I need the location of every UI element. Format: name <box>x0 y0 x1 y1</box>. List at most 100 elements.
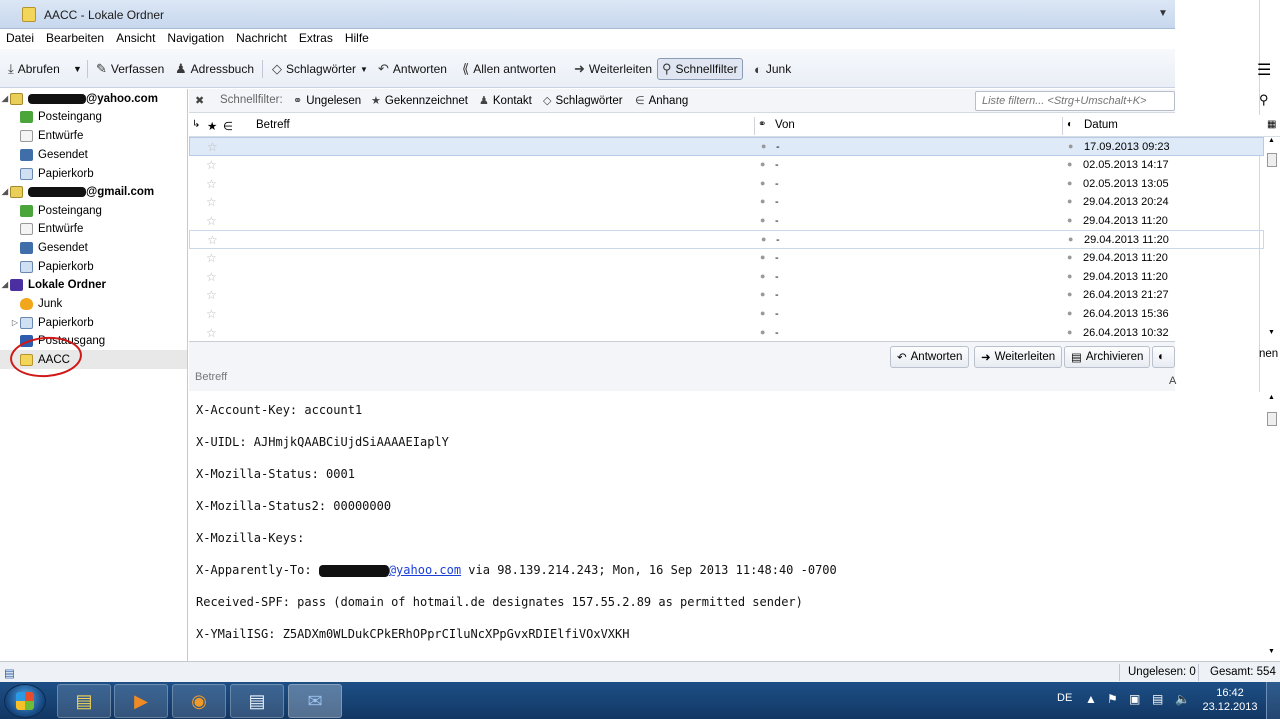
language-indicator[interactable]: DE <box>1057 692 1072 704</box>
filter-tags[interactable]: ◇ Schlagwörter <box>543 94 623 108</box>
quick-filter-button[interactable]: ⚲ Schnellfilter <box>657 58 743 80</box>
folder-drafts-1[interactable]: Entwürfe <box>0 126 187 145</box>
email-link[interactable]: @yahoo.com <box>389 563 461 577</box>
start-button[interactable] <box>4 684 46 718</box>
table-row[interactable]: ☆ ● - ● 29.04.2013 20:24 <box>189 193 1264 212</box>
table-row[interactable]: ☆ ● - ● 02.05.2013 14:17 <box>189 156 1264 175</box>
tags-button[interactable]: ◇ Schlagwörter ▼ <box>272 58 368 80</box>
folder-sent-1[interactable]: Gesendet <box>0 145 187 164</box>
scroll-down-icon[interactable]: ▼ <box>1268 329 1275 336</box>
filter-attachment[interactable]: ∈ Anhang <box>635 94 688 108</box>
folder-trash-local[interactable]: ▷ Papierkorb <box>0 313 187 332</box>
forward-button[interactable]: ➜ Weiterleiten <box>574 58 652 80</box>
thread-column-icon[interactable]: ↳ <box>192 119 200 130</box>
folder-inbox-2[interactable]: Posteingang <box>0 201 187 220</box>
message-body-scrollbar[interactable]: ▲ ▼ <box>1265 392 1279 660</box>
table-row[interactable]: ☆ ● - ● 26.04.2013 10:32 <box>189 324 1264 340</box>
tray-app-icon[interactable]: ▣ <box>1129 692 1140 706</box>
star-icon[interactable]: ☆ <box>206 307 217 321</box>
message-list-scrollbar[interactable]: ▲ ▼ <box>1265 137 1279 340</box>
column-subject[interactable]: Betreff <box>256 119 290 131</box>
table-row[interactable]: ☆ ● - ● 26.04.2013 15:36 <box>189 305 1264 324</box>
folder-trash-1[interactable]: Papierkorb <box>0 164 187 183</box>
star-icon[interactable]: ☆ <box>206 177 217 191</box>
table-row[interactable]: ☆ ● - ● 17.09.2013 09:23 <box>189 137 1264 156</box>
msg-junk-button[interactable]: ◐ <box>1152 346 1175 368</box>
scroll-up-icon[interactable]: ▲ <box>1268 394 1275 401</box>
menu-navigation[interactable]: Navigation <box>161 29 230 49</box>
attachment-column-icon[interactable]: ∈ <box>223 119 233 133</box>
quick-filter-pin-icon[interactable]: ✖ <box>195 94 204 107</box>
tray-arrow-icon[interactable]: ▲ <box>1085 692 1097 706</box>
scroll-up-icon[interactable]: ▲ <box>1268 137 1275 144</box>
filter-contact[interactable]: ♟ Kontakt <box>479 94 532 108</box>
table-row[interactable]: ☆ ● - ● 29.04.2013 11:20 <box>189 268 1264 287</box>
star-icon[interactable]: ☆ <box>206 326 217 340</box>
table-row[interactable]: ☆ ● - ● 26.04.2013 21:27 <box>189 286 1264 305</box>
menu-file[interactable]: Datei <box>0 29 40 49</box>
search-icon[interactable]: ⚲ <box>1259 92 1269 108</box>
network-icon[interactable]: ▤ <box>4 666 15 680</box>
local-folders[interactable]: ◢ Lokale Ordner <box>0 275 187 294</box>
menu-help[interactable]: Hilfe <box>339 29 375 49</box>
filter-search-input[interactable] <box>975 91 1175 111</box>
get-messages-dropdown[interactable]: ▼ <box>73 58 82 80</box>
volume-icon[interactable]: 🔈 <box>1175 692 1190 706</box>
table-row[interactable]: ☆ ● - ● 29.04.2013 11:20 <box>189 230 1264 249</box>
menu-edit[interactable]: Bearbeiten <box>40 29 110 49</box>
table-row[interactable]: ☆ ● - ● 29.04.2013 11:20 <box>189 249 1264 268</box>
clock[interactable]: 16:42 23.12.2013 <box>1198 686 1262 714</box>
star-icon[interactable]: ☆ <box>206 214 217 228</box>
explorer-task[interactable]: ▤ <box>57 684 111 718</box>
column-date[interactable]: Datum <box>1084 119 1118 131</box>
star-icon[interactable]: ☆ <box>206 270 217 284</box>
address-book-button[interactable]: ♟ Adressbuch <box>175 58 254 80</box>
account-gmail[interactable]: ◢ @gmail.com <box>0 182 187 201</box>
app-menu-icon[interactable]: ☰ <box>1257 60 1271 80</box>
table-row[interactable]: ☆ ● - ● 02.05.2013 13:05 <box>189 175 1264 194</box>
write-button[interactable]: ✎ Verfassen <box>96 58 164 80</box>
collapse-triangle-icon[interactable]: ◢ <box>0 94 10 103</box>
document-task[interactable]: ▤ <box>230 684 284 718</box>
star-icon[interactable]: ☆ <box>206 195 217 209</box>
scrollbar-thumb[interactable] <box>1267 412 1277 426</box>
network-icon[interactable]: ▤ <box>1152 692 1163 706</box>
junk-column-icon[interactable]: ◐ <box>1067 119 1073 130</box>
folder-sent-2[interactable]: Gesendet <box>0 238 187 257</box>
msg-reply-button[interactable]: ↶ Antworten <box>890 346 970 368</box>
column-picker-icon[interactable]: ▦ <box>1267 119 1276 130</box>
msg-forward-button[interactable]: ➜ Weiterleiten <box>974 346 1063 368</box>
show-desktop-button[interactable] <box>1266 682 1280 719</box>
menu-message[interactable]: Nachricht <box>230 29 293 49</box>
get-messages-button[interactable]: ⤓ Abrufen <box>8 58 60 80</box>
firefox-task[interactable]: ◉ <box>172 684 226 718</box>
collapse-triangle-icon[interactable]: ◢ <box>0 187 10 196</box>
account-yahoo[interactable]: ◢ @yahoo.com <box>0 89 187 108</box>
star-icon[interactable]: ☆ <box>206 251 217 265</box>
folder-inbox-1[interactable]: Posteingang <box>0 107 187 126</box>
filter-starred[interactable]: ★ Gekennzeichnet <box>371 94 468 108</box>
chevron-down-icon[interactable]: ▼ <box>1158 8 1168 19</box>
star-icon[interactable]: ☆ <box>207 233 218 247</box>
read-column-icon[interactable]: ⚭ <box>758 119 766 130</box>
table-row[interactable]: ☆ ● - ● 29.04.2013 11:20 <box>189 212 1264 231</box>
scroll-down-icon[interactable]: ▼ <box>1268 648 1275 655</box>
folder-trash-2[interactable]: Papierkorb <box>0 257 187 276</box>
star-column-icon[interactable]: ★ <box>207 119 217 133</box>
filter-unread[interactable]: ⚭ Ungelesen <box>293 94 361 108</box>
reply-button[interactable]: ↶ Antworten <box>378 58 447 80</box>
msg-archive-button[interactable]: ▤ Archivieren <box>1064 346 1151 368</box>
star-icon[interactable]: ☆ <box>206 288 217 302</box>
junk-button[interactable]: ◐ Junk <box>754 58 791 80</box>
scrollbar-thumb[interactable] <box>1267 153 1277 167</box>
thunderbird-task[interactable]: ✉ <box>288 684 342 718</box>
menu-view[interactable]: Ansicht <box>110 29 161 49</box>
collapse-triangle-icon[interactable]: ◢ <box>0 280 10 289</box>
flag-icon[interactable]: ⚑ <box>1107 692 1118 706</box>
column-from[interactable]: Von <box>775 119 795 131</box>
folder-junk[interactable]: Junk <box>0 294 187 313</box>
reply-all-button[interactable]: ⟪ Allen antworten <box>462 58 556 80</box>
star-icon[interactable]: ☆ <box>206 158 217 172</box>
media-player-task[interactable]: ▶ <box>114 684 168 718</box>
menu-tools[interactable]: Extras <box>293 29 339 49</box>
